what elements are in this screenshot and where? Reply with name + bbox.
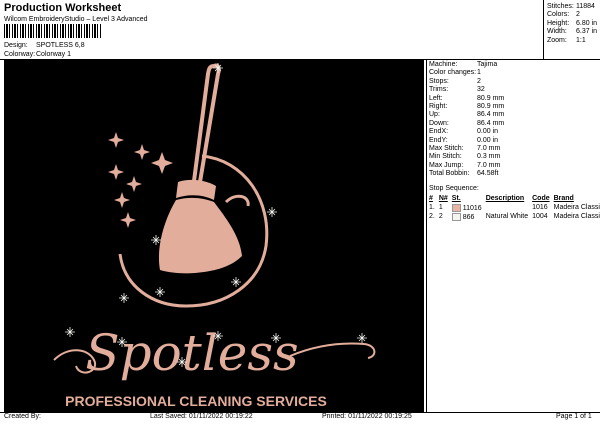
footer-divider [0,412,600,413]
design-label: Design: [4,42,28,49]
colorway-value: Colorway 1 [36,51,72,58]
star [108,164,124,180]
sparkle-accent [231,277,241,287]
created-by: Created By: [4,413,41,420]
summary-divider [543,0,544,60]
page-title: Production Worksheet [4,2,122,14]
software-name: Wilcom EmbroideryStudio – Level 3 Advanc… [4,16,148,23]
summary-labels: Stitches: Colors: Height: Width: Zoom: [547,3,574,44]
color-swatch [451,212,461,221]
sparkle-accent [119,293,129,303]
star [126,176,142,192]
machine-labels: Machine: Color changes: Stops: Trims: Left: R… [429,61,477,178]
printed-date: Printed: 01/11/2022 00:19:25 [322,413,412,420]
tagline-text: PROFESSIONAL CLEANING SERVICES [65,393,327,409]
summary-values: 11884 2 6.80 in 6.37 in 1:1 [576,3,598,44]
star-group [108,132,173,228]
star [114,192,130,208]
design-preview: Spotless PROFESSIONAL CLEANING SERVICES [4,60,424,412]
sparkle-accent [357,333,367,343]
panel-divider [426,59,427,412]
sparkle-accent [155,287,165,297]
star [108,132,124,148]
table-row: 2. 2 866 Natural White 1004 Madeira Clas… [429,212,600,221]
star [134,144,150,160]
wordmark-text: Spotless [85,324,298,382]
broom-bristles [158,197,242,274]
star [120,212,136,228]
stop-sequence-table: # N# St. Description Code Brand 1. 1 110… [427,194,600,221]
machine-values: Tajima 1 2 32 80.9 mm 80.9 mm 86.4 mm 86.4 mm 0.… [477,61,505,178]
colorway-label: Colorway: [4,51,36,58]
barcode-graphic [4,24,102,38]
broom-binding [176,179,216,200]
sparkle-accent [267,207,277,217]
stop-sequence-title: Stop Sequence: [429,185,479,192]
broom-handle [191,63,221,187]
star [151,152,173,174]
sparkle-accent [151,235,161,245]
spotless-logo: Spotless PROFESSIONAL CLEANING SERVICES [53,63,376,409]
worksheet-page: Production Worksheet Wilcom EmbroiderySt… [0,0,600,424]
table-row: 1. 1 11016 1016 Madeira Classic 40 [429,203,600,212]
page-number: Page 1 of 1 [556,413,592,420]
swoosh-curl [224,194,250,207]
design-value: SPOTLESS 6,8 [36,42,85,49]
sparkle-accent [65,327,75,337]
color-swatch [451,203,461,212]
table-header-row: # N# St. Description Code Brand [429,195,574,202]
wordmark-flourish-right [289,342,376,359]
last-saved: Last Saved: 01/11/2022 00:19:22 [150,413,253,420]
